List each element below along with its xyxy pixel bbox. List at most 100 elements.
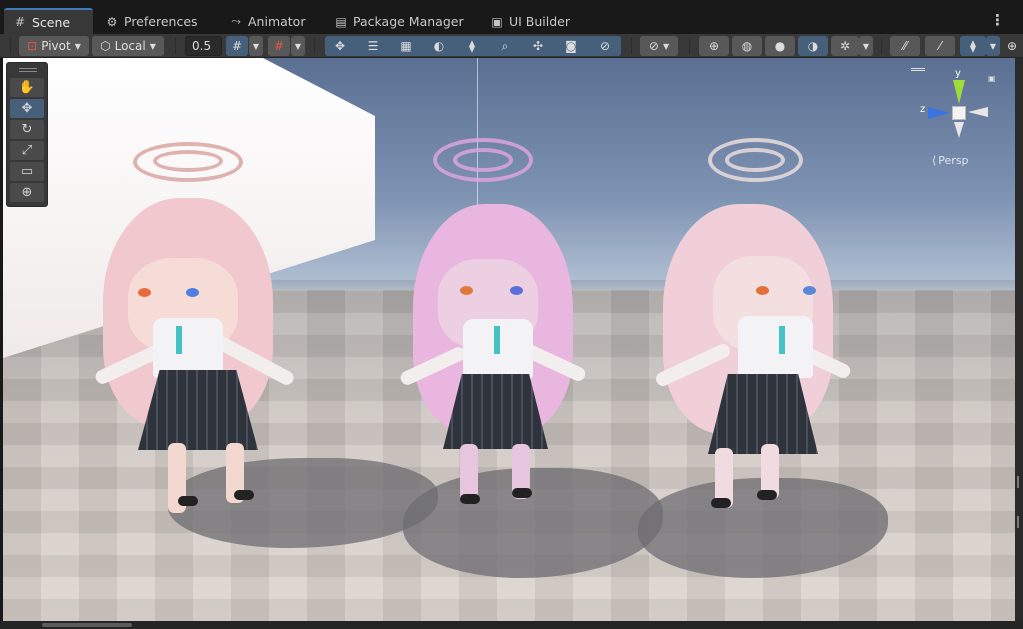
scroll-marker	[1017, 476, 1019, 488]
grid-icon: ▦	[400, 39, 412, 53]
axis-neg-y-cone-icon[interactable]	[954, 122, 964, 138]
scale-icon: ⤢	[21, 143, 33, 158]
gizmos-icon: ⊕	[1006, 39, 1018, 53]
chevron-down-icon: ▼	[662, 41, 670, 51]
lighting-toggle-button[interactable]: ⁄	[925, 36, 955, 56]
scene-toolbar: ⊡ Pivot ▼ ⬡ Local ▼ 0.5 # ▼ # ▼ ✥ ☰ ▦ ◐ …	[0, 34, 1023, 58]
eye-left	[460, 286, 473, 295]
gear-icon: ⚙	[106, 14, 118, 29]
move-icon: ✥	[21, 101, 33, 116]
hand-tool-button[interactable]: ✋	[10, 78, 44, 97]
lit-button[interactable]: ◑	[798, 36, 828, 56]
pivot-gizmo-button[interactable]: ✣	[523, 36, 553, 56]
shading-button[interactable]: ◐	[424, 36, 454, 56]
tab-animator-label: Animator	[248, 14, 306, 29]
tie	[176, 326, 182, 354]
separator	[314, 38, 315, 54]
palette-grip-icon[interactable]	[19, 68, 37, 72]
shoe-left	[178, 496, 198, 506]
eye-right	[186, 288, 199, 297]
effects-toggle-button[interactable]: ⧫	[960, 36, 986, 56]
scene-grid-button[interactable]: ▦	[391, 36, 421, 56]
hand-icon: ✋	[18, 80, 36, 95]
tab-scene[interactable]: # Scene	[4, 8, 93, 34]
wireframe-sphere-icon: ⊕	[708, 39, 720, 53]
shoe-left	[460, 494, 480, 504]
tab-preferences[interactable]: ⚙ Preferences	[96, 9, 208, 34]
debug-dropdown[interactable]: ▼	[859, 36, 873, 56]
eye-left	[756, 286, 769, 295]
tie	[494, 326, 500, 354]
axis-x-cone-icon[interactable]	[968, 107, 988, 117]
tab-scene-label: Scene	[32, 14, 71, 30]
camera-button[interactable]: ◙	[556, 36, 586, 56]
2d-toggle-button[interactable]: ⁄⁄	[890, 36, 920, 56]
character-model[interactable]	[93, 138, 308, 518]
grid-snap-icon: #	[231, 39, 243, 53]
crosshair-icon: ✣	[532, 39, 544, 53]
tie	[779, 326, 785, 354]
rotate-tool-button[interactable]: ↻	[10, 120, 44, 139]
navigation-button[interactable]: ⊘	[589, 36, 621, 56]
rect-tool-button[interactable]: ▭	[10, 162, 44, 181]
transform-tool-button[interactable]: ⊕	[10, 183, 44, 202]
wireframe-button[interactable]: ⊕	[699, 36, 729, 56]
visibility-dropdown[interactable]: ⊘ ▼	[640, 36, 678, 56]
scale-tool-button[interactable]: ⤢	[10, 141, 44, 160]
axis-z-cone-icon[interactable]	[928, 107, 950, 119]
local-label: Local	[114, 39, 146, 53]
package-icon: ▤	[335, 14, 347, 29]
effects-dropdown[interactable]: ▼	[986, 36, 1000, 56]
character-model[interactable]	[653, 136, 853, 516]
tab-animator[interactable]: ⤳ Animator	[220, 9, 315, 34]
bug-icon: ✲	[839, 39, 851, 53]
character-model[interactable]	[398, 134, 598, 514]
eye-right	[510, 286, 523, 295]
tab-package-manager-label: Package Manager	[353, 14, 464, 29]
move-handle-button[interactable]: ✥	[325, 36, 355, 56]
halo-inner	[725, 148, 785, 172]
gizmo-center-cube[interactable]	[952, 106, 966, 120]
horizontal-scrollbar-thumb[interactable]	[42, 623, 132, 627]
camera-icon: ◙	[565, 39, 577, 53]
debug-button[interactable]: ✲	[831, 36, 859, 56]
pivot-dropdown[interactable]: ⊡ Pivot ▼	[19, 36, 89, 56]
align-icon: ☰	[367, 39, 379, 53]
shoe-left	[711, 498, 731, 508]
chevron-down-icon: ▼	[989, 41, 997, 51]
tab-ui-builder[interactable]: ▣ UI Builder	[481, 9, 580, 34]
align-button[interactable]: ☰	[358, 36, 388, 56]
axis-z-label: z	[920, 104, 926, 115]
layers-button[interactable]: ⧫	[457, 36, 487, 56]
search-icon: ⌕	[501, 39, 509, 53]
tab-ui-builder-label: UI Builder	[509, 14, 571, 29]
animator-icon: ⤳	[231, 14, 241, 28]
scene-viewport[interactable]	[3, 58, 1015, 621]
bottom-bar	[0, 621, 1023, 629]
scroll-marker	[1017, 516, 1019, 528]
projection-toggle[interactable]: ⟨ Persp	[932, 154, 969, 167]
snap-increment-field[interactable]: 0.5	[185, 36, 222, 56]
more-options-icon[interactable]: ⋮	[990, 10, 1005, 30]
incremental-snap-button[interactable]: #	[268, 36, 290, 56]
chevron-down-icon: ▼	[294, 41, 302, 51]
chevron-down-icon: ▼	[862, 41, 870, 51]
tab-package-manager[interactable]: ▤ Package Manager	[325, 9, 474, 34]
move-tool-button[interactable]: ✥	[10, 99, 44, 118]
axis-y-cone-icon[interactable]	[953, 80, 965, 104]
vertical-scrollbar[interactable]	[1015, 58, 1023, 629]
ui-builder-icon: ▣	[491, 14, 503, 29]
separator	[689, 38, 690, 54]
shaded-button[interactable]: ●	[765, 36, 795, 56]
search-button[interactable]: ⌕	[490, 36, 520, 56]
lock-icon[interactable]: ▣	[988, 74, 996, 83]
local-dropdown[interactable]: ⬡ Local ▼	[92, 36, 164, 56]
incremental-snap-dropdown[interactable]: ▼	[291, 36, 305, 56]
move-icon: ✥	[334, 39, 346, 53]
grid-snap-button[interactable]: #	[226, 36, 248, 56]
gizmos-button[interactable]: ⊕	[1004, 36, 1020, 56]
shading-icon: ◐	[433, 39, 445, 53]
grid-snap-dropdown[interactable]: ▼	[249, 36, 263, 56]
transform-icon: ⊕	[21, 185, 33, 200]
shaded-wireframe-button[interactable]: ◍	[732, 36, 762, 56]
